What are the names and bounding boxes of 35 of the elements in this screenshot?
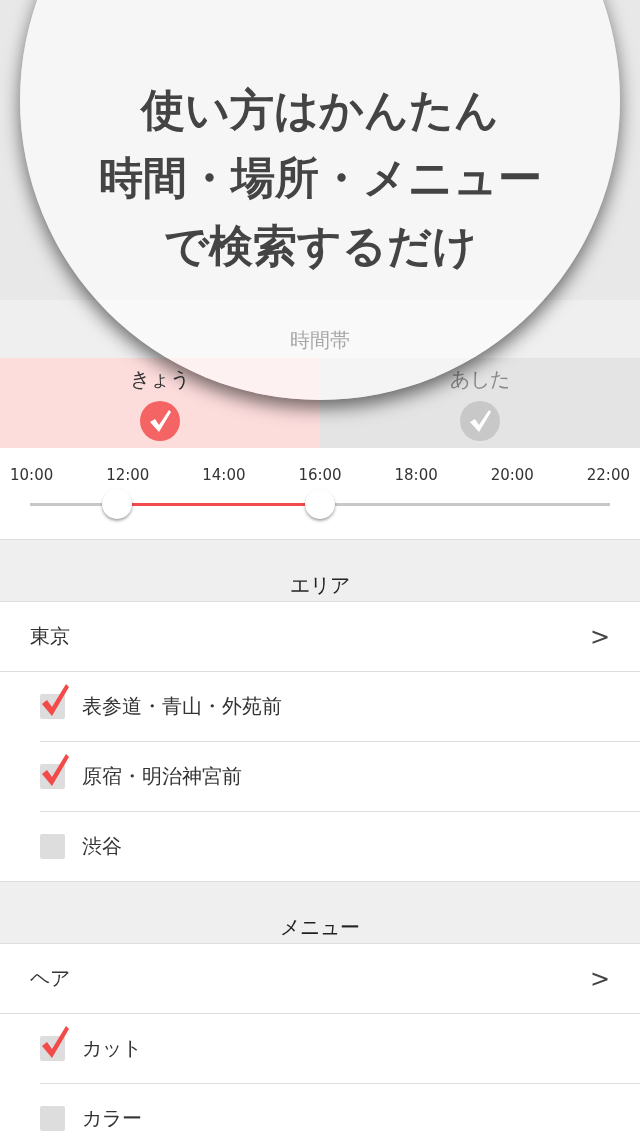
slider-thumb[interactable] xyxy=(101,489,132,519)
item-label: カット xyxy=(82,1035,142,1062)
time-label: 22:00 xyxy=(586,466,630,484)
group-row[interactable]: ヘア > xyxy=(0,944,640,1014)
time-label: 18:00 xyxy=(394,466,438,484)
check-circle-icon xyxy=(460,400,500,441)
group-label: 東京 xyxy=(30,623,70,650)
time-label: 20:00 xyxy=(490,466,534,484)
group-row[interactable]: 東京 > xyxy=(0,602,640,672)
check-icon xyxy=(40,752,70,788)
item-label: 表参道・青山・外苑前 xyxy=(82,693,282,720)
day-tab[interactable]: きょう xyxy=(0,358,320,448)
time-label: 16:00 xyxy=(298,466,342,484)
callout-text: で検索するだけ xyxy=(163,219,477,273)
callout-text: 使い方はかんたん xyxy=(141,83,499,137)
callout-text: 時間・場所・メニュー xyxy=(98,151,542,205)
chevron-icon: > xyxy=(589,964,610,993)
time-label: 14:00 xyxy=(202,466,246,484)
check-circle-icon xyxy=(140,400,180,441)
section-title: エリア xyxy=(290,572,350,599)
checkbox[interactable] xyxy=(40,682,70,719)
slider-thumb[interactable] xyxy=(305,489,335,519)
time-label: 10:00 xyxy=(10,466,54,484)
check-icon xyxy=(40,1024,70,1060)
chevron-icon: > xyxy=(589,622,610,651)
check-icon xyxy=(40,682,70,718)
checkbox[interactable] xyxy=(40,1024,70,1061)
section-title: メニュー xyxy=(280,914,360,941)
section-title: 時間帯 xyxy=(290,327,350,354)
group-label: ヘア xyxy=(30,965,70,992)
item-label: カラー xyxy=(82,1105,142,1132)
item-label: 渋谷 xyxy=(82,833,122,860)
time-label: 12:00 xyxy=(106,466,150,484)
item-label: 原宿・明治神宮前 xyxy=(82,763,242,790)
checkbox[interactable] xyxy=(40,752,70,789)
